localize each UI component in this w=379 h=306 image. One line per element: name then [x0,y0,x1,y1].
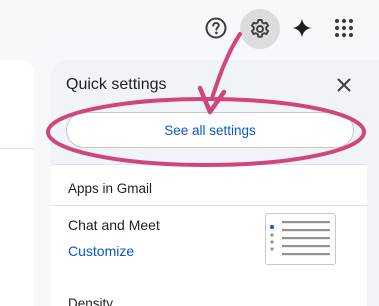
customize-link[interactable]: Customize [68,243,134,259]
close-icon[interactable] [333,74,355,96]
chat-and-meet-label: Chat and Meet [68,217,160,233]
settings-gear-icon[interactable] [240,9,280,49]
google-apps-icon[interactable] [330,14,358,42]
scrollbar[interactable] [367,164,379,306]
density-heading: Density [68,296,114,306]
help-icon[interactable] [202,14,230,42]
gemini-spark-icon[interactable] [288,14,316,42]
divider [0,148,34,149]
quick-settings-title: Quick settings [66,76,167,93]
divider [51,205,367,206]
main-content-panel [0,60,34,306]
chat-layout-thumbnail[interactable] [265,213,336,265]
see-all-settings-button[interactable]: See all settings [66,112,354,148]
apps-in-gmail-heading: Apps in Gmail [68,181,153,196]
